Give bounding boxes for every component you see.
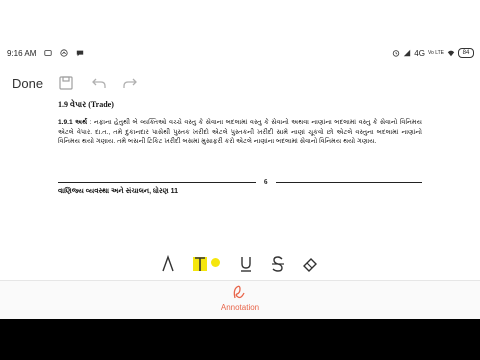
signal-icon — [404, 49, 411, 57]
paragraph-number: 1.9.1 — [58, 119, 73, 126]
paragraph-text: : નફાના હેતુથી બે વ્યક્તિઓ વચ્ચે વસ્તુ ક… — [58, 119, 422, 145]
messenger-icon — [60, 49, 68, 57]
battery-indicator: 84 — [458, 48, 474, 58]
status-time: 9:16 AM — [7, 48, 37, 58]
status-bar: 9:16 AM 4G Vo LTE 84 — [0, 42, 480, 64]
paragraph-key: અર્થ — [75, 119, 88, 126]
toolbar: Done — [0, 66, 480, 100]
annotation-tools — [0, 250, 480, 278]
volte-badge: Vo LTE — [427, 50, 444, 56]
chat-icon — [77, 50, 84, 57]
network-type: 4G — [414, 48, 425, 58]
done-button[interactable]: Done — [12, 76, 43, 91]
undo-icon[interactable] — [91, 75, 107, 91]
strikethrough-tool[interactable] — [268, 254, 288, 274]
active-color-dot[interactable] — [211, 258, 220, 267]
system-nav-bar — [0, 319, 480, 360]
footer-rule-left — [58, 182, 256, 183]
annotation-icon[interactable] — [232, 284, 246, 300]
underline-icon — [241, 257, 251, 272]
redo-icon[interactable] — [122, 75, 138, 91]
page-footer: વાણિજ્ય વ્યવસ્થા અને સંચાલન, ધોરણ 11 — [58, 188, 178, 195]
pen-tool[interactable] — [158, 254, 178, 274]
text-highlight-tool[interactable] — [190, 254, 210, 274]
alarm-icon — [393, 50, 400, 57]
section-heading: 1.9 વેપાર (Trade) — [58, 100, 114, 109]
bottom-tab-bar: Annotation — [0, 281, 480, 319]
annotation-tab-label[interactable]: Annotation — [0, 303, 480, 312]
footer-rule-right — [276, 182, 422, 183]
section-paragraph: 1.9.1 અર્થ : નફાના હેતુથી બે વ્યક્તિઓ વચ… — [58, 118, 422, 147]
page-number: 6 — [264, 178, 268, 186]
eraser-icon — [303, 258, 317, 272]
text-icon — [195, 257, 205, 271]
pen-icon — [162, 255, 174, 272]
document-page: 1.9 વેપાર (Trade) 1.9.1 અર્થ : નફાના હેત… — [0, 100, 480, 250]
underline-tool[interactable] — [236, 254, 256, 274]
notification-icon — [44, 50, 52, 56]
eraser-tool[interactable] — [300, 254, 320, 274]
app-screen: 9:16 AM 4G Vo LTE 84 Done 1.9 વેપાર (Tra… — [0, 0, 480, 360]
save-icon[interactable] — [58, 75, 74, 91]
strikethrough-icon — [272, 256, 284, 272]
wifi-icon — [447, 50, 455, 57]
